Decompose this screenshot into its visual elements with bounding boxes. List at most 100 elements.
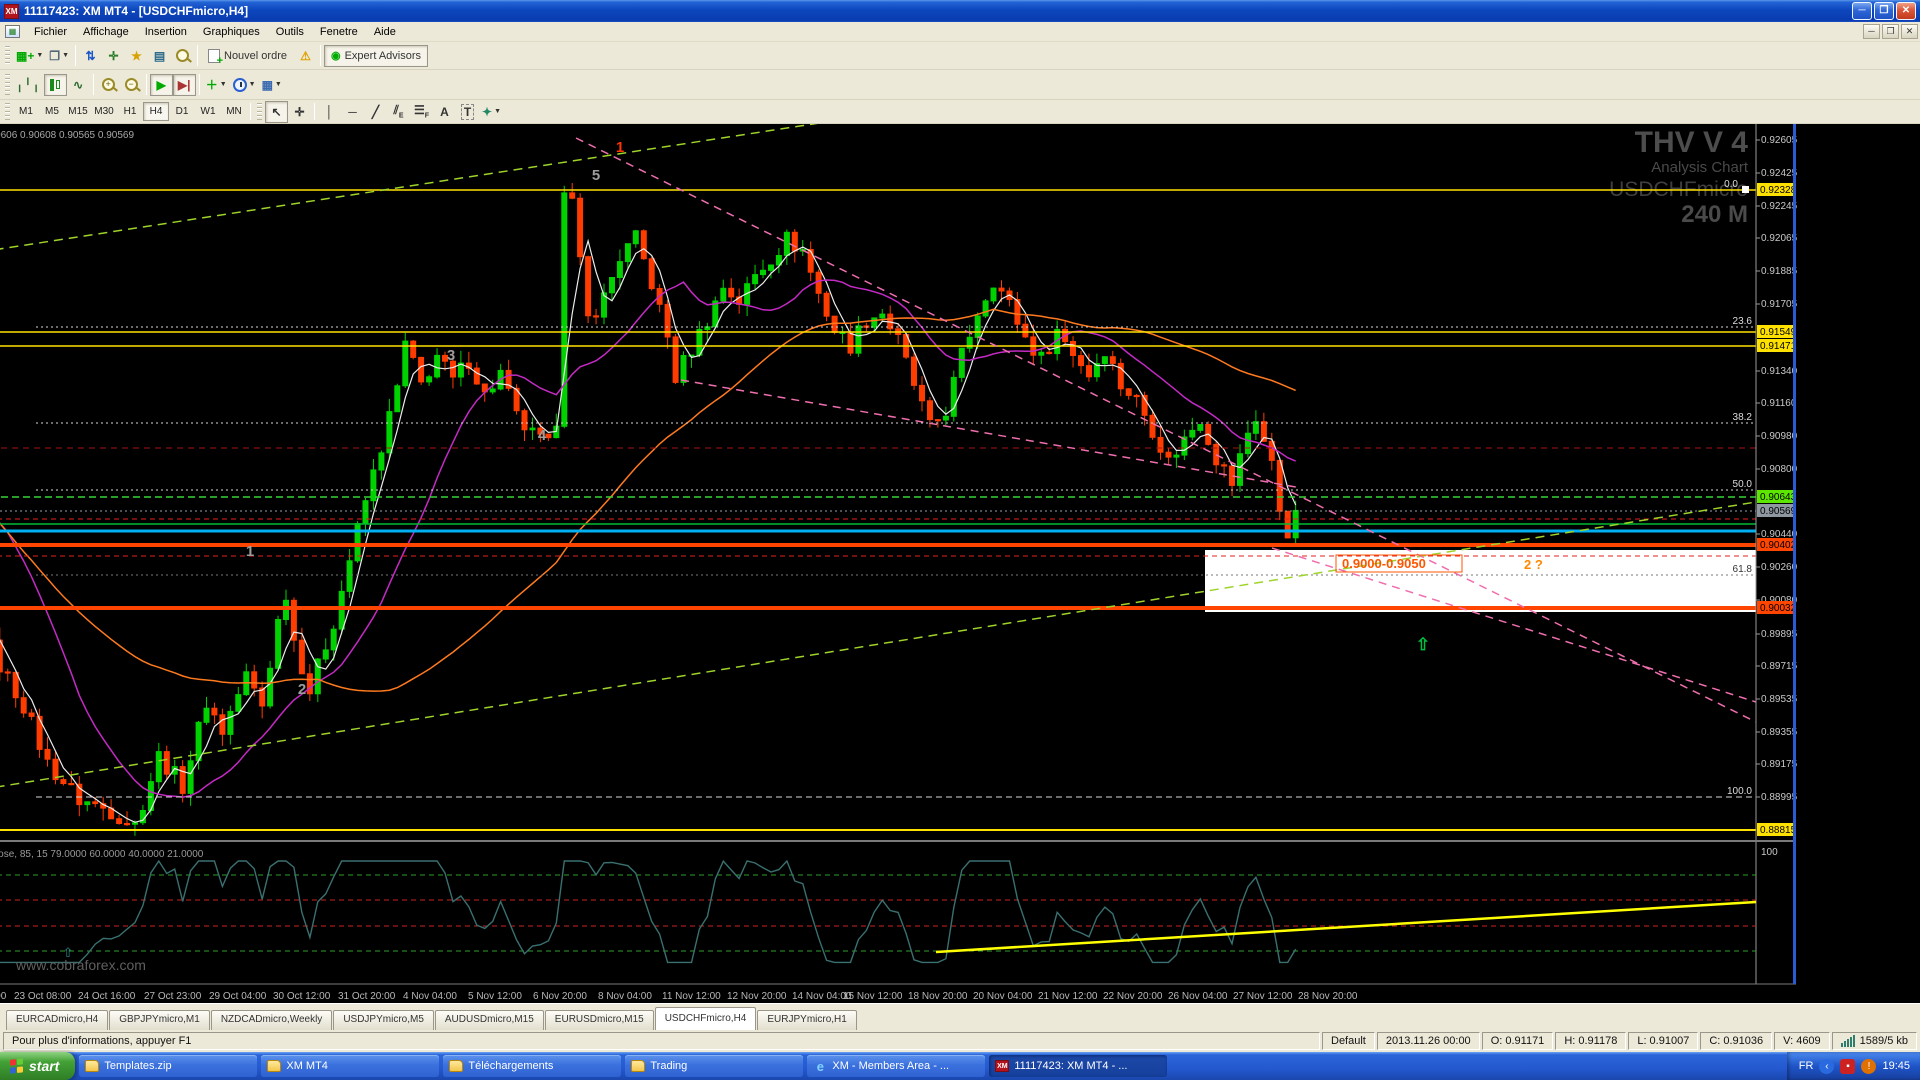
toolbar-separator [93, 74, 94, 96]
chart-tab-eurusdmicro[interactable]: EURUSDmicro,M15 [545, 1010, 654, 1030]
vertical-line-tool[interactable]: │ [318, 101, 341, 123]
templates-button[interactable]: ▦▼ [259, 74, 285, 96]
bar-chart-button[interactable]: ╷╵╷ [13, 74, 44, 96]
alert-icon[interactable]: ⚠ [294, 45, 317, 67]
menu-item-affichage[interactable]: Affichage [75, 23, 137, 41]
wave-count-label: 4 [538, 427, 547, 444]
timeframe-w1[interactable]: W1 [195, 102, 221, 121]
new-chart-button[interactable]: ▦+▼ [13, 45, 46, 67]
new-order-button[interactable]: Nouvel ordre [201, 45, 294, 67]
start-button[interactable]: start [0, 1052, 75, 1080]
timeframe-toolbar: M1M5M15M30H1H4D1W1MN ↖ ✛ │ ─ ╱ ⫽E ☰F A T… [0, 100, 1920, 124]
menu-item-fenetre[interactable]: Fenetre [312, 23, 366, 41]
taskbar-button[interactable]: XM11117423: XM MT4 - ... [989, 1055, 1167, 1077]
chart-watermark: Analysis Chart [1651, 159, 1749, 176]
price-axis-tick-label: 0.90980 [1761, 431, 1798, 442]
folder-icon [85, 1060, 99, 1072]
status-cell-1: 2013.11.26 00:00 [1377, 1032, 1480, 1050]
buy-arrow-icon: ⇧ [1416, 635, 1430, 654]
timeframe-mn[interactable]: MN [221, 102, 247, 121]
menu-item-graphiques[interactable]: Graphiques [195, 23, 268, 41]
taskbar-button[interactable]: XM MT4 [261, 1055, 439, 1077]
cursor-tool-button[interactable]: ↖ [265, 101, 288, 123]
expert-advisors-button[interactable]: ◉ Expert Advisors [324, 45, 428, 67]
text-label-tool[interactable]: T [456, 101, 479, 123]
time-axis-label: 11 Nov 12:00 [662, 991, 721, 1002]
connection-bars-icon [1841, 1035, 1855, 1047]
chart-tab-gbpjpymicro[interactable]: GBPJPYmicro,M1 [109, 1010, 210, 1030]
chart-window-icon[interactable]: ▦ [5, 25, 20, 38]
price-chip-label: 0.91471 [1760, 341, 1797, 352]
periods-button[interactable]: ▼ [230, 74, 259, 96]
fib-selection-handle [1742, 186, 1749, 193]
chart-shift-button[interactable]: ▶| [173, 74, 196, 96]
mdi-restore-button[interactable]: ❐ [1882, 24, 1899, 39]
site-watermark: www.cobraforex.com [15, 957, 146, 973]
toolbar-grip[interactable] [5, 74, 10, 94]
toolbar-grip[interactable] [257, 103, 262, 119]
timeframe-m15[interactable]: M15 [65, 102, 91, 121]
time-axis-label: 24 Oct 16:00 [78, 991, 136, 1002]
chart-tab-eurjpymicro[interactable]: EURJPYmicro,H1 [757, 1010, 856, 1030]
zoom-out-button[interactable]: − [120, 74, 143, 96]
timeframe-h4[interactable]: H4 [143, 102, 169, 121]
chart-tab-eurcadmicro[interactable]: EURCADmicro,H4 [6, 1010, 108, 1030]
line-chart-button[interactable]: ∿ [67, 74, 90, 96]
toolbar-grip[interactable] [5, 46, 10, 65]
xm-icon: XM [995, 1060, 1009, 1072]
taskbar-button[interactable]: Templates.zip [79, 1055, 257, 1077]
toolbar-separator [197, 45, 198, 65]
menu-item-fichier[interactable]: Fichier [26, 23, 75, 41]
menu-item-insertion[interactable]: Insertion [137, 23, 195, 41]
menu-item-outils[interactable]: Outils [268, 23, 312, 41]
terminal-button[interactable]: ▤ [148, 45, 171, 67]
price-axis-tick-label: 0.91160 [1761, 398, 1797, 409]
text-tool[interactable]: A [433, 101, 456, 123]
channel-tool[interactable]: ⫽E [387, 101, 410, 123]
tray-alert-icon[interactable]: ! [1861, 1059, 1876, 1074]
hide-icons-arrow[interactable]: ‹ [1819, 1059, 1834, 1074]
minimize-button[interactable]: ─ [1852, 2, 1872, 20]
keyboard-layout-indicator[interactable]: FR [1799, 1060, 1814, 1072]
candlestick-chart-button[interactable] [44, 74, 67, 96]
toolbar-grip[interactable] [5, 103, 10, 119]
timeframe-m1[interactable]: M1 [13, 102, 39, 121]
arrows-tool[interactable]: ✦▼ [479, 101, 504, 123]
chart-tab-nzdcadmicro[interactable]: NZDCADmicro,Weekly [211, 1010, 333, 1030]
taskbar-button[interactable]: Téléchargements [443, 1055, 621, 1077]
auto-scroll-button[interactable]: ▶ [150, 74, 173, 96]
market-watch-button[interactable]: ⇅ [79, 45, 102, 67]
chart-tab-audusdmicro[interactable]: AUDUSDmicro,M15 [435, 1010, 544, 1030]
mdi-minimize-button[interactable]: ─ [1863, 24, 1880, 39]
toolbar-separator [146, 74, 147, 96]
strategy-tester-button[interactable] [171, 45, 194, 67]
close-button[interactable]: ✕ [1896, 2, 1916, 20]
timeframe-m5[interactable]: M5 [39, 102, 65, 121]
fibonacci-tool[interactable]: ☰F [410, 101, 433, 123]
horizontal-line-tool[interactable]: ─ [341, 101, 364, 123]
restore-button[interactable]: ❐ [1874, 2, 1894, 20]
indicators-button[interactable]: ＋▼ [203, 74, 230, 96]
navigator-button[interactable]: ★ [125, 45, 148, 67]
mdi-close-button[interactable]: ✕ [1901, 24, 1918, 39]
taskbar-button[interactable]: eXM - Members Area - ... [807, 1055, 985, 1077]
crosshair-tool-button[interactable]: ✛ [288, 101, 311, 123]
profiles-button[interactable]: ❐▼ [46, 45, 72, 67]
taskbar-button[interactable]: Trading [625, 1055, 803, 1077]
tray-app-icon[interactable]: ▪ [1840, 1059, 1855, 1074]
price-chart[interactable]: THV V 4Analysis ChartUSDCHFmicro240 M23.… [0, 124, 1920, 1003]
chart-tab-usdchfmicro[interactable]: USDCHFmicro,H4 [655, 1007, 757, 1030]
data-window-button[interactable]: ✛ [102, 45, 125, 67]
pane-separator [0, 840, 1796, 842]
price-axis-tick-label: 0.91705 [1761, 299, 1798, 310]
timeframe-d1[interactable]: D1 [169, 102, 195, 121]
chart-tab-usdjpymicro[interactable]: USDJPYmicro,M5 [333, 1010, 434, 1030]
timeframe-m30[interactable]: M30 [91, 102, 117, 121]
status-cell-5: C: 0.91036 [1700, 1032, 1772, 1050]
trendline-tool[interactable]: ╱ [364, 101, 387, 123]
title-bar[interactable]: XM 11117423: XM MT4 - [USDCHFmicro,H4] ─… [0, 0, 1920, 22]
timeframe-h1[interactable]: H1 [117, 102, 143, 121]
menu-item-aide[interactable]: Aide [366, 23, 404, 41]
price-axis-tick-label: 0.92245 [1761, 201, 1798, 212]
zoom-in-button[interactable]: + [97, 74, 120, 96]
